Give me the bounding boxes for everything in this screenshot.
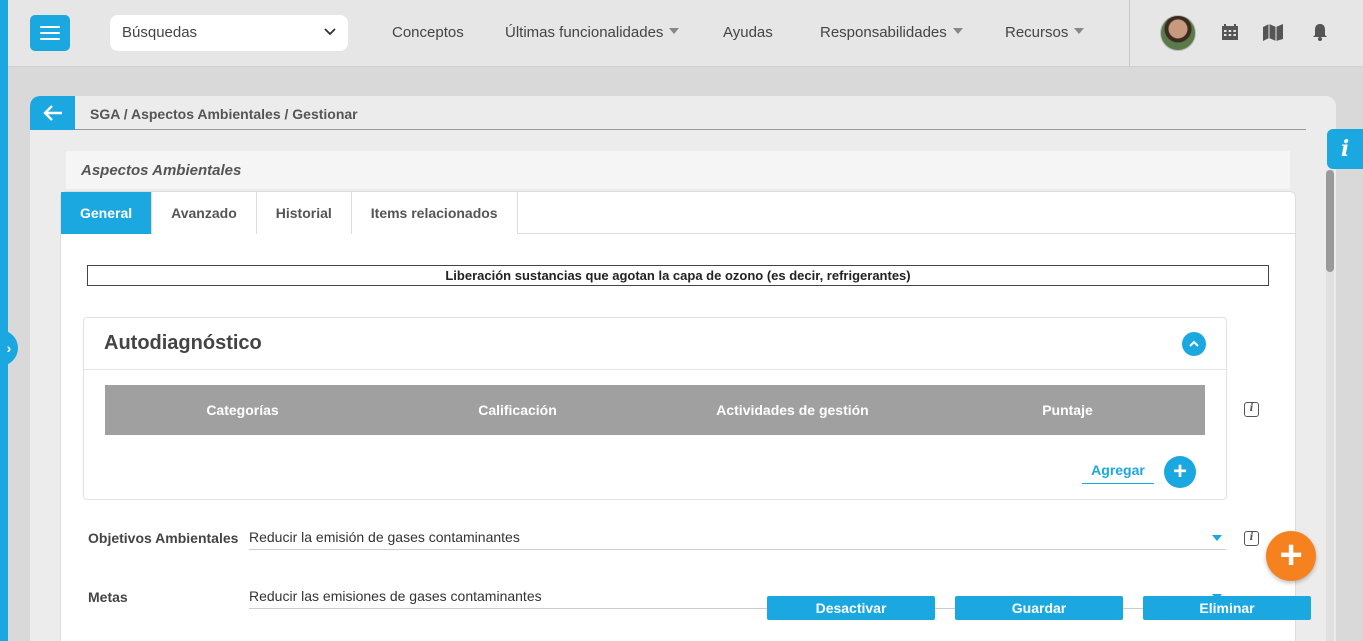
nav-ultimas-funcionalidades[interactable]: Últimas funcionalidades [505,0,680,67]
tab-bar: General Avanzado Historial Items relacio… [61,192,1295,234]
column-header-puntaje[interactable]: Puntaje [930,385,1205,435]
search-select[interactable]: Búsquedas [110,15,348,51]
form-panel: General Avanzado Historial Items relacio… [60,191,1296,641]
autodiagnostico-section: Autodiagnóstico Categorías Calificación … [83,317,1227,500]
nav-ayudas[interactable]: Ayudas [723,0,773,67]
nav-label: Recursos [1005,24,1069,41]
breadcrumb: SGA / Aspectos Ambientales / Gestionar [90,106,358,122]
tab-historial[interactable]: Historial [256,192,352,234]
add-button[interactable]: + [1164,456,1196,488]
left-edge-strip [0,0,8,641]
deactivate-button[interactable]: Desactivar [767,596,935,620]
map-icon[interactable] [1261,22,1285,42]
tab-general[interactable]: General [61,192,153,234]
caret-down-icon [952,28,963,35]
plus-icon: + [1172,458,1187,485]
section-title: Aspectos Ambientales [66,151,1290,189]
column-header-actividades[interactable]: Actividades de gestión [655,385,930,435]
main-card: SGA / Aspectos Ambientales / Gestionar A… [30,96,1336,641]
menu-button[interactable] [30,15,70,51]
floating-add-button[interactable]: + [1266,531,1316,581]
hamburger-icon-bar [40,32,60,34]
chevron-right-icon: › [6,340,12,356]
info-panel-tab[interactable]: i [1327,129,1363,169]
add-link[interactable]: Agregar [1082,458,1154,484]
tab-items-relacionados[interactable]: Items relacionados [351,192,518,234]
side-panel-toggle[interactable]: › [0,330,18,366]
collapse-button[interactable] [1182,332,1206,356]
delete-button[interactable]: Eliminar [1143,596,1311,620]
caret-down-icon [1074,28,1085,35]
info-icon[interactable]: i [1244,402,1259,417]
objetivos-label: Objetivos Ambientales [88,530,239,546]
save-button[interactable]: Guardar [955,596,1123,620]
nav-label: Últimas funcionalidades [505,24,664,41]
nav-label: Responsabilidades [820,24,947,41]
scrollbar-thumb[interactable] [1326,170,1334,272]
objetivos-select[interactable]: Reducir la emisión de gases contaminante… [249,526,1226,550]
nav-label: Ayudas [723,24,773,41]
breadcrumb-divider [75,129,1306,130]
hamburger-icon-bar [40,26,60,28]
nav-recursos[interactable]: Recursos [1005,0,1085,67]
info-icon: i [1340,136,1350,162]
nav-conceptos[interactable]: Conceptos [392,0,464,67]
chevron-up-icon [1189,340,1199,347]
grid-header: Categorías Calificación Actividades de g… [105,385,1205,435]
topbar-divider [1129,0,1130,67]
tab-avanzado[interactable]: Avanzado [152,192,257,234]
column-header-calificacion[interactable]: Calificación [380,385,655,435]
bell-icon[interactable] [1310,22,1330,42]
section-divider [84,369,1226,370]
metas-label: Metas [88,589,128,605]
dropdown-arrow-icon [1212,535,1222,541]
plus-icon: + [1279,533,1303,577]
chevron-down-icon [324,15,336,51]
column-header-categorias[interactable]: Categorías [105,385,380,435]
search-select-value: Búsquedas [122,24,198,41]
arrow-left-icon [42,105,62,121]
info-icon[interactable]: i [1244,531,1259,546]
autodiagnostico-title: Autodiagnóstico [104,332,262,354]
avatar[interactable] [1160,15,1196,51]
top-bar: Búsquedas Conceptos Últimas funcionalida… [8,0,1363,67]
hamburger-icon-bar [40,38,60,40]
record-title: Liberación sustancias que agotan la capa… [87,265,1269,286]
caret-down-icon [669,28,680,35]
back-button[interactable] [30,96,75,130]
objetivos-value: Reducir la emisión de gases contaminante… [249,529,520,545]
metas-value: Reducir las emisiones de gases contamina… [249,588,542,604]
calendar-icon[interactable] [1220,22,1240,42]
nav-label: Conceptos [392,24,464,41]
nav-responsabilidades[interactable]: Responsabilidades [820,0,963,67]
